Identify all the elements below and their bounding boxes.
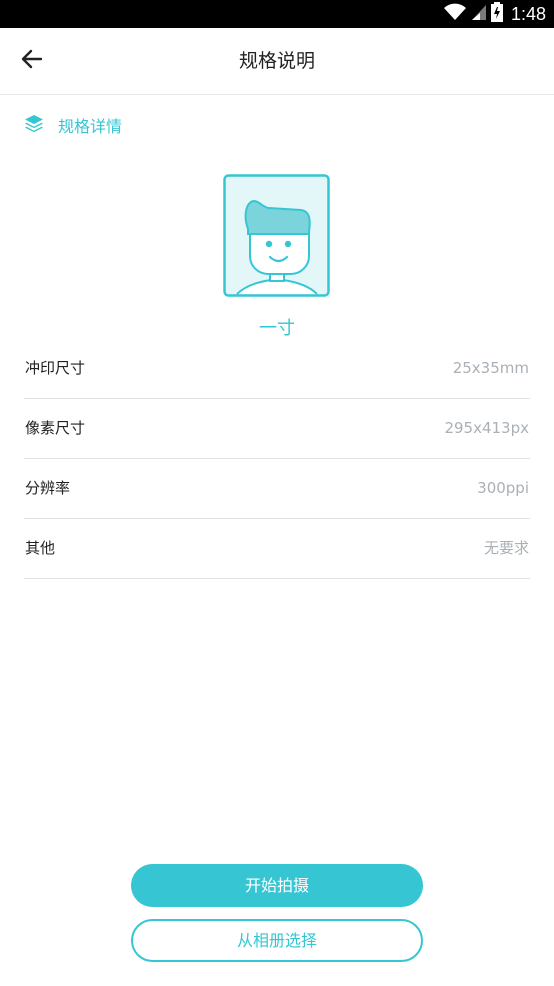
status-time: 1:48: [510, 3, 546, 24]
spec-row-pixel-size: 像素尺寸 295x413px: [24, 399, 530, 459]
spec-value: 295x413px: [444, 419, 529, 437]
spec-row-other: 其他 无要求: [24, 519, 530, 579]
photo-size-name: 一寸: [259, 318, 295, 339]
page-title: 规格说明: [238, 50, 315, 72]
spec-label: 分辨率: [25, 479, 71, 497]
wifi-icon: [443, 2, 467, 26]
start-shooting-button[interactable]: 开始拍摄: [131, 864, 423, 907]
layers-icon: [24, 113, 44, 137]
spec-label: 像素尺寸: [25, 419, 86, 437]
signal-icon: [471, 2, 487, 26]
choose-from-album-button[interactable]: 从相册选择: [131, 919, 423, 962]
status-bar: 1:48: [0, 0, 554, 28]
app-header: 规格说明: [0, 28, 554, 95]
battery-icon: [490, 2, 503, 26]
spec-value: 25x35mm: [452, 359, 529, 377]
section-title: 规格详情: [58, 117, 123, 136]
spec-list: 冲印尺寸 25x35mm 像素尺寸 295x413px 分辨率 300ppi 其…: [24, 339, 530, 579]
portrait-avatar-icon: [223, 174, 331, 297]
spec-row-resolution: 分辨率 300ppi: [24, 459, 530, 519]
spec-value: 无要求: [483, 539, 529, 557]
status-icons: 1:48: [443, 0, 546, 28]
section-header: 规格详情: [24, 112, 122, 138]
spec-label: 其他: [25, 539, 56, 557]
spec-value: 300ppi: [477, 479, 529, 497]
spec-row-print-size: 冲印尺寸 25x35mm: [24, 339, 530, 399]
spec-label: 冲印尺寸: [25, 359, 86, 377]
